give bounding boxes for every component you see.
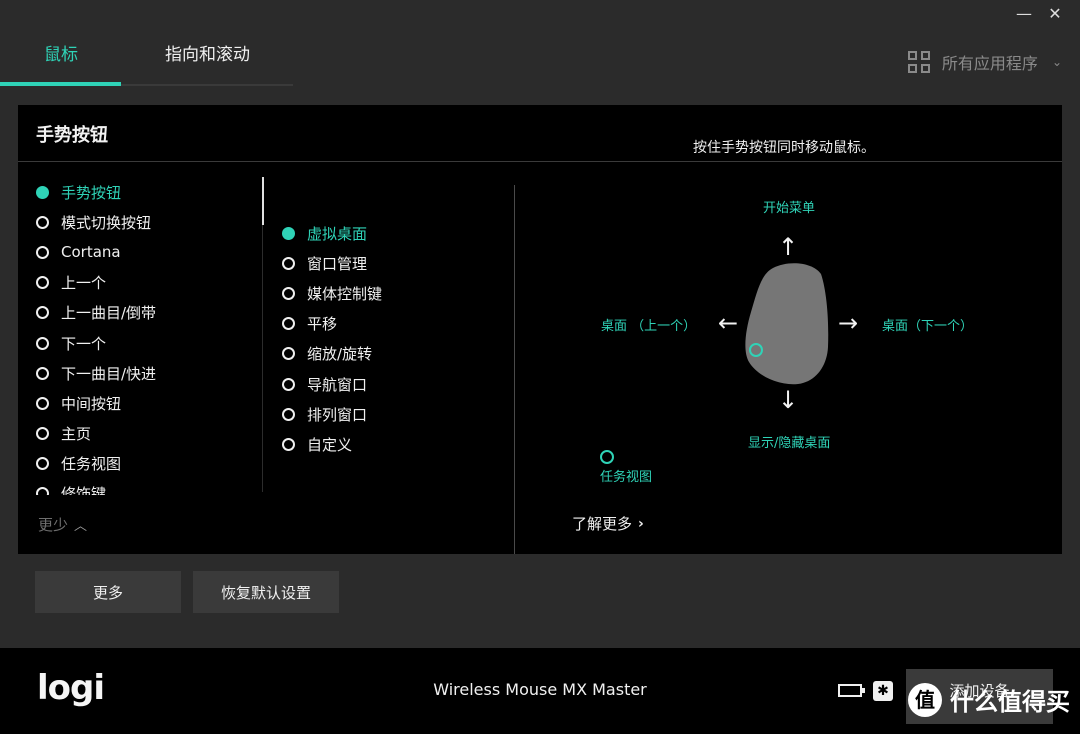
grid-icon bbox=[907, 51, 930, 73]
tab-underline-track bbox=[121, 84, 293, 86]
reset-defaults-button[interactable]: 恢复默认设置 bbox=[193, 571, 339, 613]
gesture-up-label: 开始菜单 bbox=[763, 201, 816, 216]
list-item[interactable]: 排列窗口 bbox=[282, 399, 512, 429]
click-circle-icon bbox=[600, 450, 614, 464]
list-item[interactable]: 上一曲目/倒带 bbox=[36, 298, 266, 328]
more-button[interactable]: 更多 bbox=[35, 571, 181, 613]
list-item[interactable]: 任务视图 bbox=[36, 449, 266, 479]
mouse-icon bbox=[745, 263, 829, 385]
radio-icon bbox=[36, 457, 49, 471]
list-item[interactable]: 下一曲目/快进 bbox=[36, 358, 266, 388]
arrow-down-icon: ↓ bbox=[778, 386, 799, 414]
gesture-click-label: 任务视图 bbox=[600, 470, 653, 485]
radio-icon bbox=[282, 226, 295, 240]
radio-icon bbox=[282, 317, 295, 331]
action-list: 虚拟桌面 窗口管理 媒体控制键 平移 缩放/旋转 导航窗口 排列窗口 自定义 bbox=[282, 218, 512, 460]
radio-icon bbox=[36, 215, 49, 229]
radio-icon bbox=[36, 396, 49, 410]
radio-icon bbox=[282, 377, 295, 391]
radio-icon bbox=[282, 437, 295, 451]
bluetooth-icon: ✱ bbox=[873, 681, 893, 701]
list-item[interactable]: Cortana bbox=[36, 237, 266, 267]
radio-icon bbox=[282, 286, 295, 300]
list-item[interactable]: 模式切换按钮 bbox=[36, 207, 266, 237]
app-selector[interactable]: 所有应用程序 ⌄ bbox=[907, 50, 1062, 74]
watermark: 值 什么值得买 bbox=[908, 682, 1070, 717]
list-item[interactable]: 自定义 bbox=[282, 429, 512, 459]
chevron-down-icon: ⌄ bbox=[1051, 55, 1062, 69]
radio-icon bbox=[282, 347, 295, 361]
radio-icon bbox=[36, 245, 49, 259]
learn-more-link[interactable]: 了解更多 › bbox=[572, 513, 644, 534]
radio-icon bbox=[36, 487, 49, 495]
list-item[interactable]: 窗口管理 bbox=[282, 248, 512, 278]
list-item[interactable]: 手势按钮 bbox=[36, 177, 266, 207]
panel-title: 手势按钮 bbox=[36, 125, 108, 146]
arrow-left-icon: ← bbox=[718, 309, 739, 337]
list-item[interactable]: 修饰键 bbox=[36, 479, 266, 495]
radio-icon bbox=[36, 185, 49, 199]
active-tab-indicator bbox=[0, 82, 121, 86]
chevron-up-icon: ︿ bbox=[74, 519, 88, 534]
battery-icon bbox=[838, 684, 865, 697]
tab-mouse[interactable]: 鼠标 bbox=[44, 40, 78, 65]
divider bbox=[514, 185, 515, 554]
gesture-right-label: 桌面（下一个） bbox=[882, 319, 974, 334]
divider bbox=[18, 161, 1062, 162]
radio-icon bbox=[36, 427, 49, 441]
tab-bar: 鼠标 指向和滚动 bbox=[0, 0, 1080, 88]
list-item[interactable]: 虚拟桌面 bbox=[282, 218, 512, 248]
watermark-logo-icon: 值 bbox=[908, 682, 942, 717]
list-item[interactable]: 下一个 bbox=[36, 328, 266, 358]
app-selector-label: 所有应用程序 bbox=[941, 54, 1038, 73]
radio-icon bbox=[36, 306, 49, 320]
panel-hint: 按住手势按钮同时移动鼠标。 bbox=[693, 140, 875, 156]
list-item[interactable]: 平移 bbox=[282, 309, 512, 339]
list-item[interactable]: 中间按钮 bbox=[36, 388, 266, 418]
tab-point-and-scroll[interactable]: 指向和滚动 bbox=[165, 40, 250, 65]
radio-icon bbox=[36, 336, 49, 350]
arrow-up-icon: ↑ bbox=[778, 233, 799, 261]
arrow-right-icon: → bbox=[838, 309, 859, 337]
chevron-right-icon: › bbox=[638, 515, 644, 532]
list-item[interactable]: 导航窗口 bbox=[282, 369, 512, 399]
radio-icon bbox=[282, 407, 295, 421]
watermark-text: 什么值得买 bbox=[950, 688, 1070, 716]
gesture-left-label: 桌面 （上一个） bbox=[601, 319, 697, 334]
list-item[interactable]: 主页 bbox=[36, 419, 266, 449]
scrollbar-thumb[interactable] bbox=[262, 177, 264, 225]
list-item[interactable]: 媒体控制键 bbox=[282, 278, 512, 308]
radio-icon bbox=[36, 276, 49, 290]
radio-icon bbox=[36, 366, 49, 380]
list-item[interactable]: 上一个 bbox=[36, 268, 266, 298]
settings-panel: 手势按钮 按住手势按钮同时移动鼠标。 手势按钮 模式切换按钮 Cortana 上… bbox=[18, 105, 1062, 554]
radio-icon bbox=[282, 256, 295, 270]
button-list: 手势按钮 模式切换按钮 Cortana 上一个 上一曲目/倒带 下一个 下一曲目… bbox=[36, 177, 266, 495]
gesture-down-label: 显示/隐藏桌面 bbox=[748, 436, 831, 451]
list-item[interactable]: 缩放/旋转 bbox=[282, 339, 512, 369]
show-less-button[interactable]: 更少 ︿ bbox=[38, 514, 87, 535]
